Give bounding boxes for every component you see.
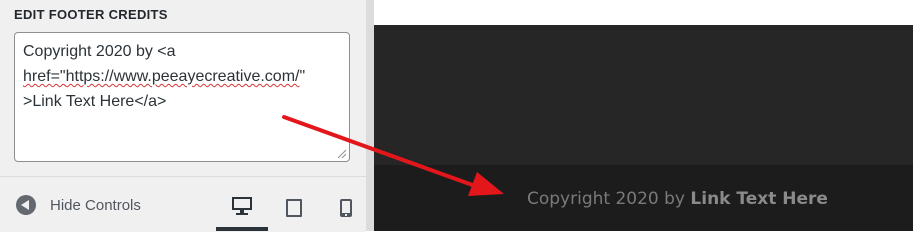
panel-scrollbar[interactable] bbox=[366, 0, 374, 231]
mobile-icon bbox=[340, 199, 352, 217]
textarea-line-1: Copyright 2020 by <a bbox=[23, 43, 176, 60]
customizer-footer-bar: Hide Controls bbox=[0, 176, 366, 232]
footer-credits-textarea[interactable]: Copyright 2020 by <a href="https://www.p… bbox=[14, 32, 350, 162]
tablet-icon bbox=[286, 199, 302, 217]
credit-prefix: Copyright 2020 by bbox=[527, 189, 691, 209]
footer-credit-text: Copyright 2020 by Link Text Here bbox=[527, 189, 828, 209]
resize-handle-icon[interactable] bbox=[336, 148, 346, 158]
hide-controls-button[interactable]: Hide Controls bbox=[16, 195, 141, 215]
preview-mobile-button[interactable] bbox=[320, 185, 372, 231]
textarea-line-3: >Link Text Here</a> bbox=[23, 93, 167, 110]
hide-controls-label: Hide Controls bbox=[50, 196, 141, 214]
preview-tablet-button[interactable] bbox=[268, 185, 320, 231]
textarea-line-2-prefix: href=" bbox=[23, 68, 66, 85]
preview-content-area bbox=[374, 25, 913, 165]
site-preview: Copyright 2020 by Link Text Here bbox=[374, 0, 913, 231]
preview-footer: Copyright 2020 by Link Text Here bbox=[374, 165, 913, 231]
credit-link[interactable]: Link Text Here bbox=[690, 189, 828, 209]
collapse-arrow-icon bbox=[16, 195, 36, 215]
textarea-line-2-suffix: " bbox=[299, 68, 306, 85]
customizer-panel: EDIT FOOTER CREDITS Copyright 2020 by <a… bbox=[0, 0, 366, 232]
desktop-icon bbox=[232, 197, 252, 215]
textarea-line-2-url: https://www.peeayecreative.com/ bbox=[65, 68, 300, 85]
section-title: EDIT FOOTER CREDITS bbox=[14, 7, 168, 22]
preview-desktop-button[interactable] bbox=[216, 185, 268, 231]
